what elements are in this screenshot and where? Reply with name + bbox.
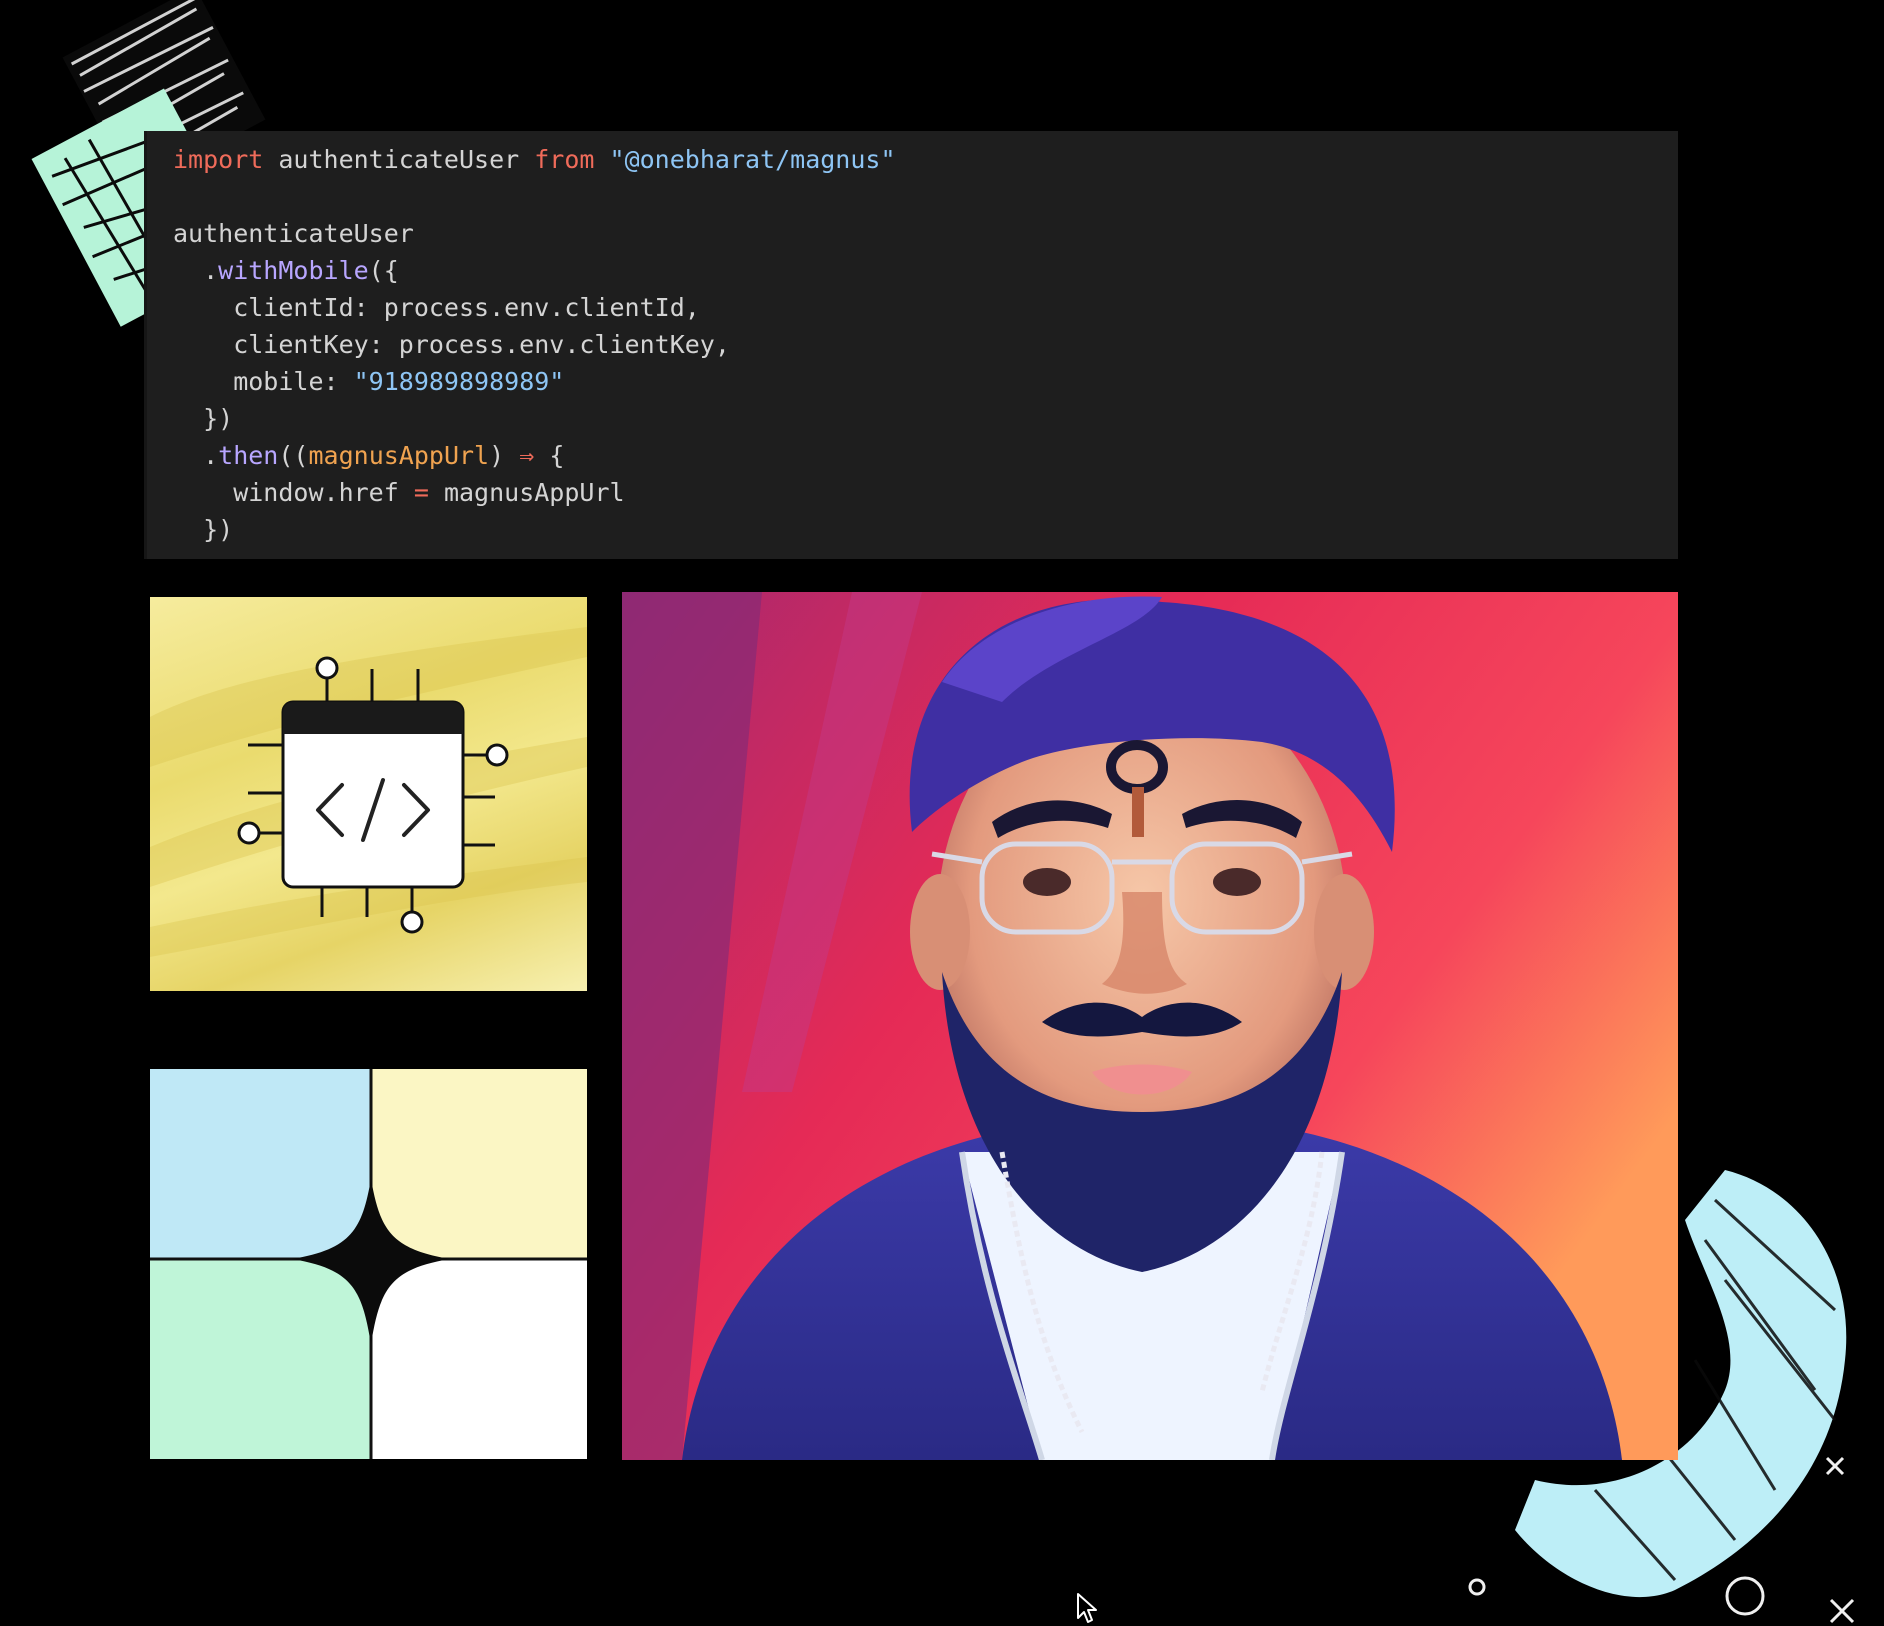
- code-snippet: import authenticateUser from "@onebharat…: [173, 141, 1678, 548]
- code-token: clientId: process.env.clientId,: [173, 293, 700, 322]
- code-token: window.href: [173, 478, 414, 507]
- code-token: ({: [368, 256, 399, 285]
- code-token: clientKey: process.env.clientKey,: [173, 330, 730, 359]
- code-token: ((: [278, 441, 309, 470]
- code-line: .then((magnusAppUrl) ⇒ {: [173, 437, 1678, 474]
- code-snippet-panel: import authenticateUser from "@onebharat…: [144, 131, 1678, 559]
- code-line: window.href = magnusAppUrl: [173, 474, 1678, 511]
- code-token: =: [413, 478, 429, 507]
- code-token: import: [173, 145, 264, 174]
- avatar-portrait-image: [622, 592, 1678, 1460]
- code-token: withMobile: [218, 256, 369, 285]
- code-line: clientKey: process.env.clientKey,: [173, 326, 1678, 363]
- code-line: authenticateUser: [173, 215, 1678, 252]
- code-token: {: [534, 441, 565, 470]
- four-point-star-icon: [292, 1179, 450, 1344]
- code-line: .withMobile({: [173, 252, 1678, 289]
- code-token: then: [218, 441, 279, 470]
- code-token: }): [173, 515, 234, 544]
- code-token: "@onebharat/magnus": [609, 145, 896, 174]
- code-line: }): [173, 511, 1678, 548]
- mouse-pointer-icon: [1077, 1593, 1097, 1623]
- code-token: }): [173, 404, 234, 433]
- star-grid-tile: [150, 1069, 587, 1459]
- code-chip-tile: [150, 597, 587, 991]
- code-token: authenticateUser: [263, 145, 535, 174]
- code-chip-icon: [237, 656, 509, 934]
- code-token: magnusAppUrl: [428, 478, 625, 507]
- code-token: ⇒: [519, 441, 535, 470]
- small-circle-icon: [1468, 1578, 1486, 1596]
- code-token: .: [173, 441, 219, 470]
- code-line: import authenticateUser from "@onebharat…: [173, 141, 1678, 178]
- code-token: ): [489, 441, 520, 470]
- code-line: clientId: process.env.clientId,: [173, 289, 1678, 326]
- code-line: }): [173, 400, 1678, 437]
- code-token: mobile:: [173, 367, 354, 396]
- code-token: magnusAppUrl: [308, 441, 490, 470]
- code-token: .: [173, 256, 219, 285]
- code-token: from: [534, 145, 595, 174]
- code-token: authenticateUser: [173, 219, 414, 248]
- code-line: mobile: "918989898989": [173, 363, 1678, 400]
- code-token: "918989898989": [353, 367, 565, 396]
